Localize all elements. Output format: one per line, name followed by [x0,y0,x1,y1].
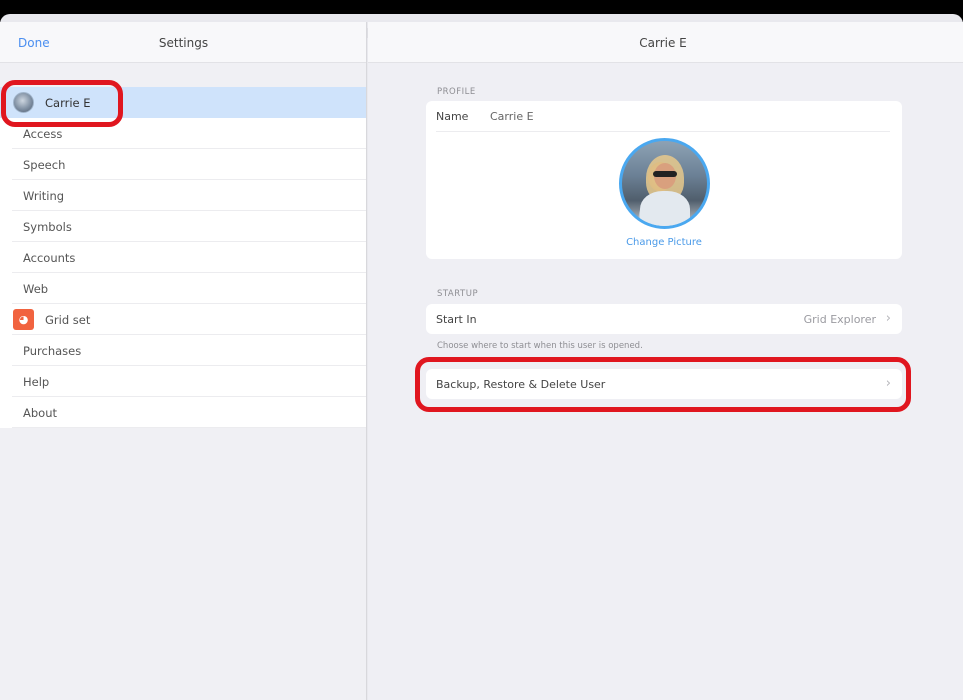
picture-sunglasses [653,171,677,177]
sidebar-item-access[interactable]: Access [0,118,366,149]
sidebar-item-label: Help [23,374,50,389]
sidebar-item-grid-set[interactable]: ◕ Grid set [0,304,366,335]
name-label: Name [436,110,469,123]
backup-label: Backup, Restore & Delete User [436,378,606,391]
sidebar-item-label: Web [23,281,49,296]
profile-picture[interactable] [619,138,710,229]
sidebar-item-label: Purchases [23,343,82,358]
sidebar-item-writing[interactable]: Writing [0,180,366,211]
sidebar-item-about[interactable]: About [0,397,366,428]
name-field[interactable]: Carrie E [490,110,534,123]
user-avatar-icon [13,92,34,113]
start-in-value: Grid Explorer [803,313,876,326]
chevron-right-icon: › [885,311,891,326]
sidebar-item-label: Grid set [45,312,91,327]
sidebar-item-label: Access [23,126,63,141]
sidebar-item-web[interactable]: Web [0,273,366,304]
sidebar-header: Done Settings [0,22,366,63]
startup-section-label: STARTUP [437,289,479,299]
sidebar-item-user[interactable]: Carrie E [0,87,366,118]
settings-menu: Carrie E Access Speech Writing Symbols A… [0,87,366,428]
start-in-row[interactable]: Start In Grid Explorer › [426,304,902,334]
profile-section-label: PROFILE [437,87,476,97]
chevron-right-icon: › [885,376,891,391]
sidebar-item-label: Symbols [23,219,72,234]
sidebar-item-label: Accounts [23,250,76,265]
profile-card: Name Carrie E Change Picture [426,101,902,259]
start-in-label: Start In [436,313,477,326]
sidebar-item-symbols[interactable]: Symbols [0,211,366,242]
sidebar-item-speech[interactable]: Speech [0,149,366,180]
backup-restore-delete-row[interactable]: Backup, Restore & Delete User › [426,369,902,399]
picture-jacket [640,191,690,226]
sidebar-item-label: About [23,405,58,420]
detail-header: Carrie E [368,22,963,63]
detail-title: Carrie E [639,36,687,50]
sidebar-item-accounts[interactable]: Accounts [0,242,366,273]
start-in-hint: Choose where to start when this user is … [437,341,643,351]
sidebar-item-label: Carrie E [45,95,91,110]
sidebar-item-help[interactable]: Help [0,366,366,397]
sidebar-item-purchases[interactable]: Purchases [0,335,366,366]
sidebar-title: Settings [158,36,209,50]
grid-set-icon: ◕ [13,309,34,330]
sidebar-item-label: Speech [23,157,66,172]
change-picture-link[interactable]: Change Picture [426,237,902,248]
divider [436,131,890,132]
sidebar-item-label: Writing [23,188,65,203]
settings-sidebar: Done Settings Carrie E Access Speech Wri… [0,22,367,700]
user-detail-pane: Carrie E PROFILE Name Carrie E Change Pi… [368,22,963,700]
